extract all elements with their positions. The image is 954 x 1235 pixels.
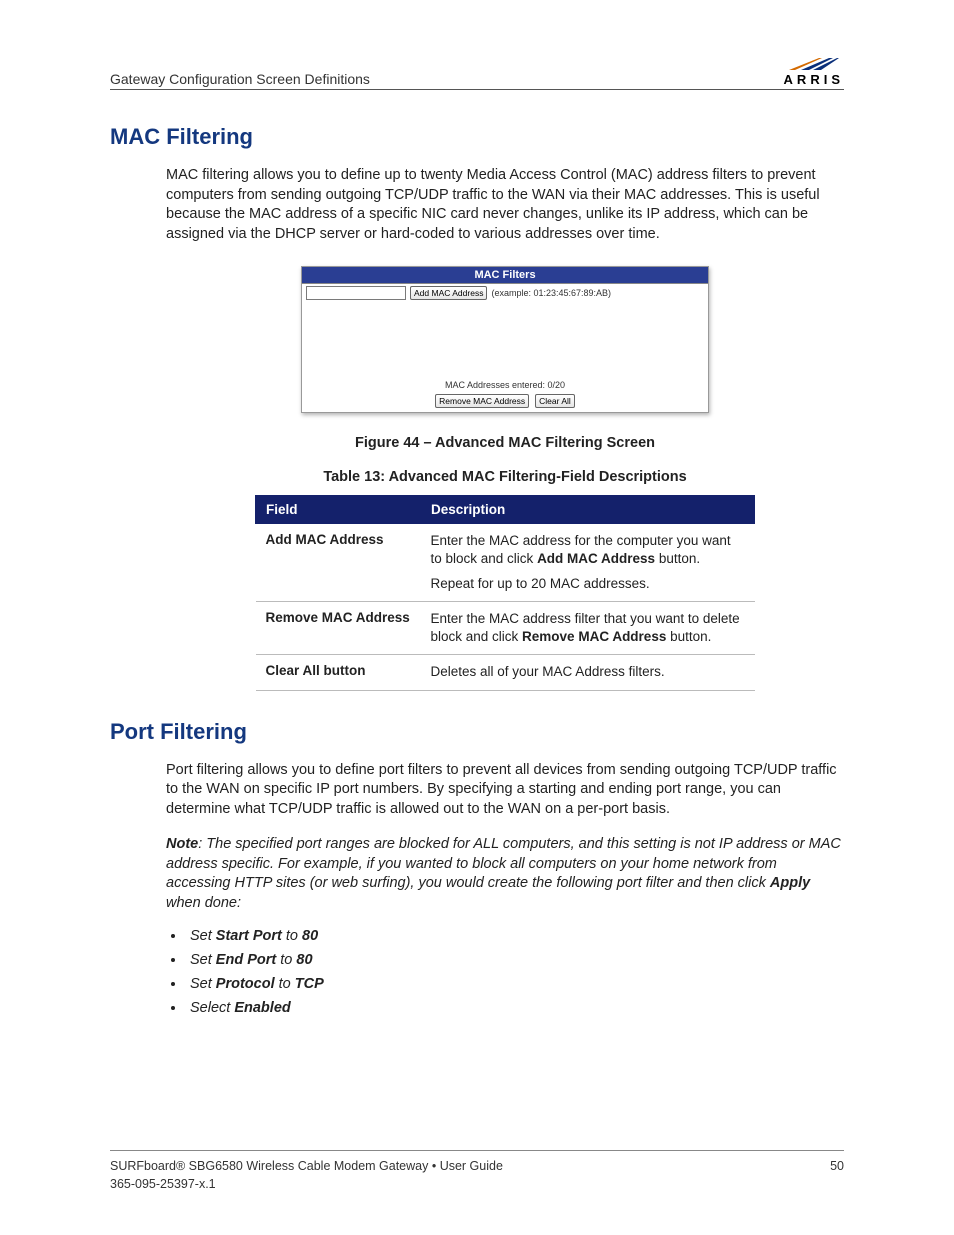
mac-list-area: [302, 302, 708, 378]
mac-filters-panel: MAC Filters Add MAC Address (example: 01…: [301, 266, 709, 413]
mac-example-text: (example: 01:23:45:67:89:AB): [491, 288, 611, 298]
table-header-field: Field: [256, 496, 421, 524]
mac-address-input[interactable]: [306, 286, 406, 300]
mac-filters-title: MAC Filters: [302, 267, 708, 284]
table-field-cell: Add MAC Address: [256, 524, 421, 602]
field-description-table: Field Description Add MAC Address Enter …: [255, 495, 755, 690]
table-desc-cell: Enter the MAC address filter that you wa…: [421, 601, 755, 654]
table-row: Clear All button Deletes all of your MAC…: [256, 655, 755, 690]
list-item: Select Enabled: [186, 1000, 844, 1016]
port-filter-bullets: Set Start Port to 80 Set End Port to 80 …: [186, 928, 844, 1016]
table-desc-cell: Enter the MAC address for the computer y…: [421, 524, 755, 602]
page-header: Gateway Configuration Screen Definitions…: [110, 58, 844, 90]
figure-caption: Figure 44 – Advanced MAC Filtering Scree…: [166, 435, 844, 451]
page-footer: SURFboard® SBG6580 Wireless Cable Modem …: [110, 1150, 844, 1191]
add-mac-address-button[interactable]: Add MAC Address: [410, 286, 487, 300]
list-item: Set Start Port to 80: [186, 928, 844, 944]
figure-mac-filters: MAC Filters Add MAC Address (example: 01…: [166, 266, 844, 413]
heading-mac-filtering: MAC Filtering: [110, 124, 844, 150]
footer-doc-id: 365-095-25397-x.1: [110, 1177, 844, 1191]
port-filtering-paragraph: Port filtering allows you to define port…: [166, 761, 844, 820]
mac-status-text: MAC Addresses entered: 0/20: [302, 378, 708, 394]
arris-logo-text: ARRIS: [784, 72, 844, 87]
heading-port-filtering: Port Filtering: [110, 719, 844, 745]
footer-product-line: SURFboard® SBG6580 Wireless Cable Modem …: [110, 1159, 503, 1173]
table-desc-cell: Deletes all of your MAC Address filters.: [421, 655, 755, 690]
remove-mac-address-button[interactable]: Remove MAC Address: [435, 394, 529, 408]
table-header-description: Description: [421, 496, 755, 524]
page-number: 50: [830, 1159, 844, 1173]
clear-all-button[interactable]: Clear All: [535, 394, 575, 408]
breadcrumb: Gateway Configuration Screen Definitions: [110, 71, 370, 87]
port-filtering-note: Note: The specified port ranges are bloc…: [166, 835, 844, 913]
mac-filtering-paragraph: MAC filtering allows you to define up to…: [166, 166, 844, 244]
list-item: Set Protocol to TCP: [186, 976, 844, 992]
table-row: Add MAC Address Enter the MAC address fo…: [256, 524, 755, 602]
table-row: Remove MAC Address Enter the MAC address…: [256, 601, 755, 654]
table-field-cell: Clear All button: [256, 655, 421, 690]
list-item: Set End Port to 80: [186, 952, 844, 968]
table-caption: Table 13: Advanced MAC Filtering-Field D…: [166, 469, 844, 485]
arris-logo: ARRIS: [784, 58, 844, 87]
arris-logo-icon: [789, 58, 839, 70]
table-field-cell: Remove MAC Address: [256, 601, 421, 654]
